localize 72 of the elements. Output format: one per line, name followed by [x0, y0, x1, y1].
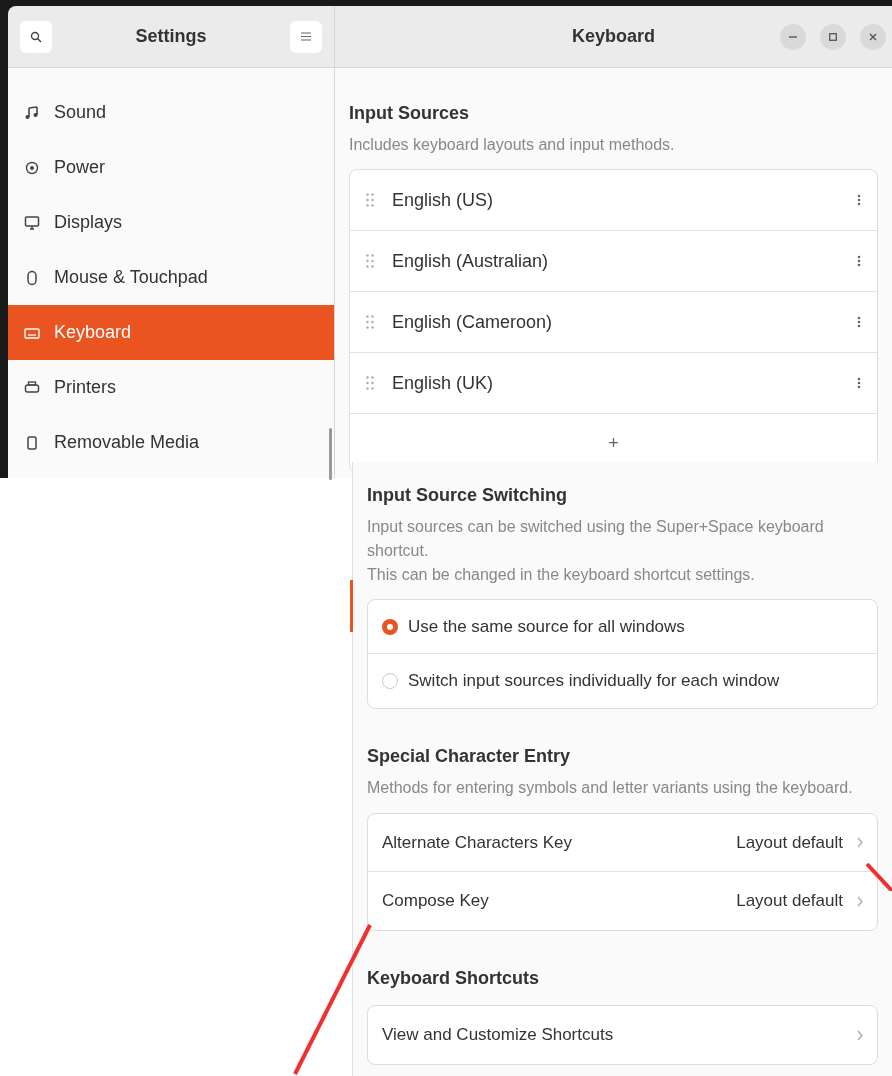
maximize-icon [829, 32, 837, 41]
more-options-icon[interactable] [857, 316, 861, 328]
radio-label: Switch input sources individually for each window [408, 670, 780, 693]
mouse-icon [24, 269, 40, 286]
input-source-row[interactable]: English (Cameroon) [350, 292, 877, 353]
sidebar-item[interactable]: Mouse & Touchpad [8, 250, 334, 305]
drag-handle-icon[interactable] [366, 315, 374, 329]
power-icon [24, 159, 40, 176]
more-options-icon[interactable] [857, 255, 861, 267]
input-source-label: English (Cameroon) [392, 310, 554, 334]
row-label: Alternate Characters Key [382, 831, 573, 854]
section-title: Keyboard Shortcuts [367, 967, 541, 990]
drag-handle-icon[interactable] [366, 254, 374, 268]
section-title: Special Character Entry [367, 745, 572, 768]
section-description: Includes keyboard layouts and input methods. [349, 135, 676, 155]
sidebar-item[interactable]: Sound [8, 85, 334, 140]
row-value: Layout default [736, 890, 843, 913]
close-icon [869, 32, 877, 41]
menu-icon [301, 32, 311, 41]
sidebar-item[interactable]: Keyboard [8, 305, 334, 360]
search-button[interactable] [20, 20, 52, 53]
section-description: Input sources can be switched using the Super+Space keyboard shortcut. [367, 517, 825, 561]
chevron-right-icon [857, 895, 863, 907]
section-title: Input Sources [349, 102, 470, 125]
radio-button[interactable] [382, 618, 398, 635]
section-title: Input Source Switching [367, 484, 568, 507]
music-note-icon [24, 104, 40, 121]
input-source-label: English (UK) [392, 371, 495, 395]
more-options-icon[interactable] [857, 194, 861, 206]
input-source-row[interactable]: English (Australian) [350, 231, 877, 292]
settings-row[interactable]: Alternate Characters Key Layout default [368, 814, 877, 872]
sidebar-item[interactable]: Removable Media [8, 415, 334, 470]
more-options-icon[interactable] [857, 377, 861, 389]
panel-title: Keyboard [572, 25, 655, 48]
close-button[interactable] [860, 23, 886, 50]
sidebar-item-label: Sound [54, 101, 107, 124]
row-value: Layout default [736, 831, 843, 854]
menu-button[interactable] [290, 20, 322, 53]
search-icon [30, 30, 42, 43]
section-description: Methods for entering symbols and letter variants using the keyboard. [367, 778, 854, 798]
settings-row[interactable]: Compose Key Layout default [368, 872, 877, 930]
maximize-button[interactable] [820, 23, 846, 50]
sidebar-item-label: Displays [54, 211, 123, 234]
input-source-row[interactable]: English (UK) [350, 353, 877, 414]
monitor-icon [24, 214, 40, 231]
chevron-right-icon [857, 837, 863, 848]
chevron-right-icon [857, 1029, 863, 1041]
sidebar-item-label: Mouse & Touchpad [54, 266, 208, 289]
drive-icon [24, 434, 40, 451]
printer-icon [24, 379, 40, 396]
sidebar-item[interactable]: Displays [8, 195, 334, 250]
row-label: View and Customize Shortcuts [382, 1024, 615, 1047]
window-title: Settings [135, 25, 207, 48]
radio-button[interactable] [382, 673, 398, 689]
sidebar-item-label: Printers [54, 376, 116, 399]
sidebar-item[interactable]: Power [8, 140, 334, 195]
minimize-icon [789, 35, 797, 38]
minimize-button[interactable] [780, 23, 806, 50]
sidebar-item-label: Power [54, 156, 106, 179]
radio-label: Use the same source for all windows [408, 615, 685, 638]
sidebar-item-label: Keyboard [54, 321, 132, 344]
add-button[interactable]: + [592, 429, 635, 457]
sidebar-item-label: Removable Media [54, 431, 200, 454]
sidebar-item[interactable]: Printers [8, 360, 334, 415]
settings-row[interactable]: View and Customize Shortcuts [368, 1006, 877, 1064]
row-label: Compose Key [382, 890, 490, 913]
input-source-label: English (US) [392, 188, 495, 212]
input-source-row[interactable]: English (US) [350, 170, 877, 231]
section-description: This can be changed in the keyboard shortcut settings. [367, 565, 756, 585]
drag-handle-icon[interactable] [366, 193, 374, 207]
input-source-label: English (Australian) [392, 249, 550, 273]
drag-handle-icon[interactable] [366, 376, 374, 390]
